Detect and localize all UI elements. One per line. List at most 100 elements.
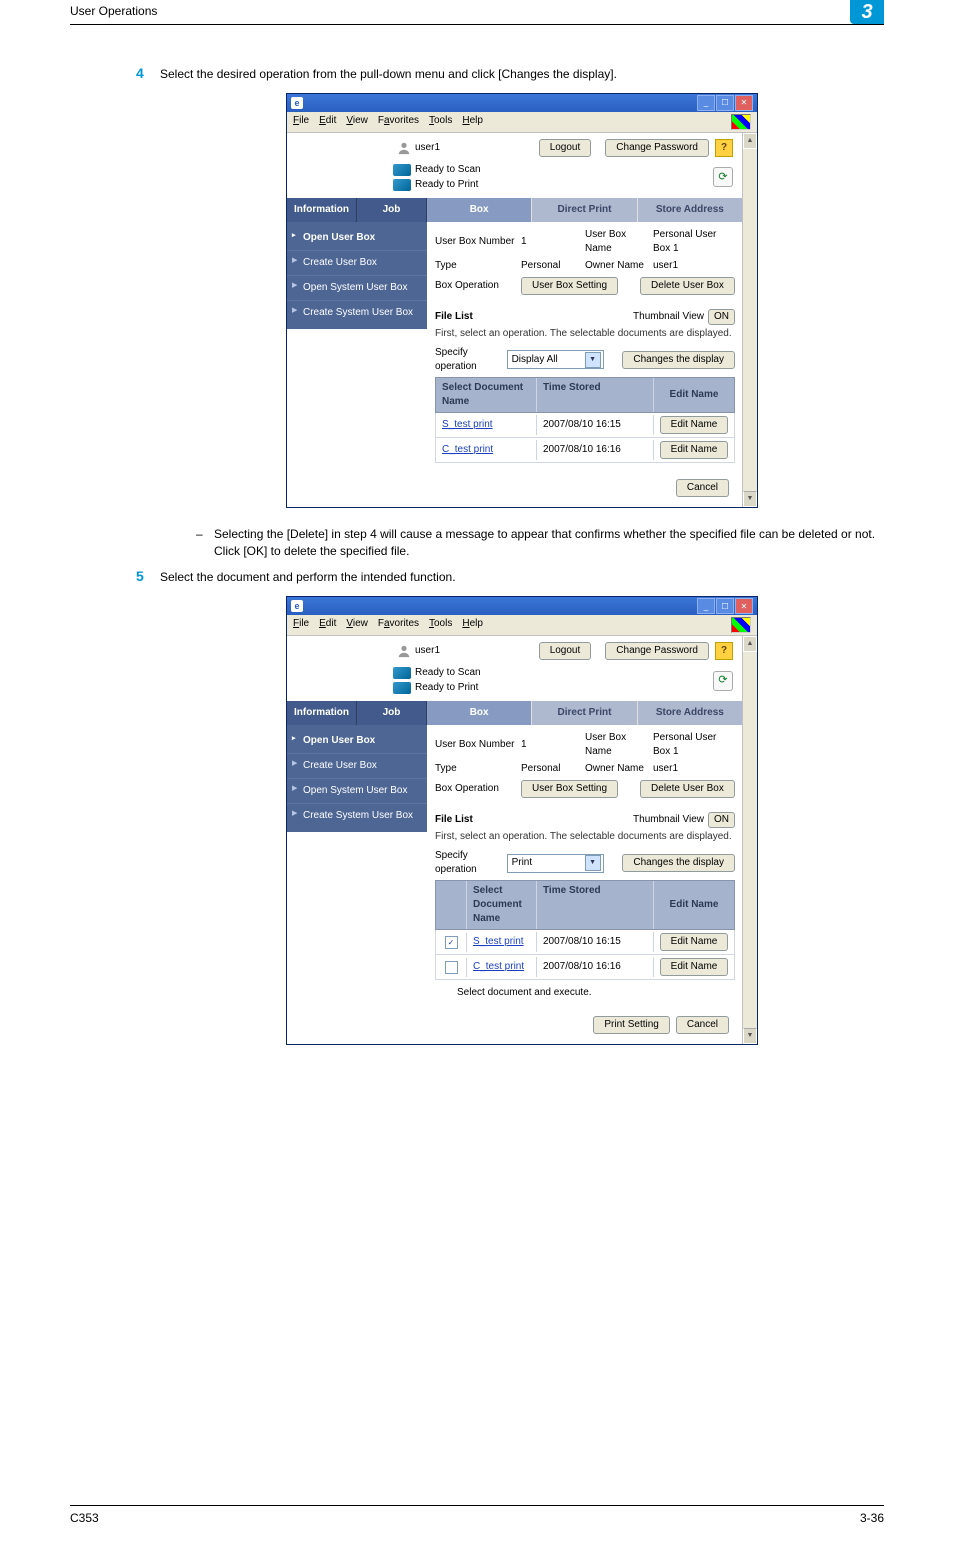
- user-box-setting-button[interactable]: User Box Setting: [521, 277, 618, 295]
- file-list-instruction: First, select an operation. The selectab…: [427, 828, 743, 846]
- nav-create-system-user-box[interactable]: Create System User Box: [287, 804, 427, 828]
- edit-name-button[interactable]: Edit Name: [660, 958, 729, 976]
- window-maximize[interactable]: ☐: [716, 95, 734, 111]
- lbl-thumbnail-view: Thumbnail View: [633, 813, 704, 827]
- changes-the-display-button[interactable]: Changes the display: [622, 854, 735, 872]
- window-minimize[interactable]: _: [697, 95, 715, 111]
- tab-store-address[interactable]: Store Address: [638, 198, 743, 222]
- menu-edit[interactable]: Edit: [319, 617, 336, 633]
- menu-file[interactable]: File: [293, 617, 309, 633]
- logout-button[interactable]: Logout: [539, 139, 592, 157]
- vertical-scrollbar[interactable]: ▲ ▼: [742, 636, 757, 1044]
- select-document-note: Select document and execute.: [427, 980, 743, 1000]
- specify-operation-select[interactable]: Display All ▼: [507, 350, 604, 369]
- menu-view[interactable]: View: [346, 114, 368, 130]
- delete-user-box-button[interactable]: Delete User Box: [640, 277, 735, 295]
- bullet-dash: –: [196, 526, 203, 543]
- print-setting-button[interactable]: Print Setting: [593, 1016, 669, 1034]
- menu-help[interactable]: Help: [462, 617, 483, 633]
- specify-operation-select[interactable]: Print ▼: [507, 854, 604, 873]
- nav-open-user-box[interactable]: Open User Box: [287, 729, 427, 754]
- vertical-scrollbar[interactable]: ▲ ▼: [742, 133, 757, 507]
- tab-box[interactable]: Box: [427, 701, 532, 725]
- menu-edit[interactable]: Edit: [319, 114, 336, 130]
- tab-direct-print[interactable]: Direct Print: [532, 198, 637, 222]
- changes-the-display-button[interactable]: Changes the display: [622, 351, 735, 369]
- doc-link[interactable]: S_test print: [473, 936, 524, 947]
- help-button[interactable]: ?: [715, 642, 733, 660]
- doc-link[interactable]: C_test print: [442, 444, 493, 455]
- doc-link[interactable]: S_test print: [442, 419, 493, 430]
- nav-create-user-box[interactable]: Create User Box: [287, 251, 427, 276]
- tab-job[interactable]: Job: [357, 701, 427, 725]
- th-select: Select: [442, 382, 471, 393]
- edit-name-button[interactable]: Edit Name: [660, 441, 729, 459]
- nav-create-user-box[interactable]: Create User Box: [287, 754, 427, 779]
- user-box-setting-button[interactable]: User Box Setting: [521, 780, 618, 798]
- row-checkbox[interactable]: [445, 961, 458, 974]
- tab-information[interactable]: Information: [287, 701, 357, 725]
- step-text: Select the document and perform the inte…: [160, 570, 456, 584]
- menu-view[interactable]: View: [346, 617, 368, 633]
- th-time-stored: Time Stored: [537, 378, 654, 412]
- tab-information[interactable]: Information: [287, 198, 357, 222]
- val-owner: user1: [653, 762, 735, 776]
- logout-button[interactable]: Logout: [539, 642, 592, 660]
- menu-help[interactable]: Help: [462, 114, 483, 130]
- edit-name-button[interactable]: Edit Name: [660, 933, 729, 951]
- specify-operation-value: Display All: [512, 353, 582, 367]
- refresh-button[interactable]: ⟳: [713, 167, 733, 187]
- refresh-button[interactable]: ⟳: [713, 671, 733, 691]
- scroll-down-button[interactable]: ▼: [743, 491, 757, 507]
- scroll-down-button[interactable]: ▼: [743, 1028, 757, 1044]
- step-number: 5: [136, 567, 144, 587]
- tab-store-address[interactable]: Store Address: [638, 701, 743, 725]
- throbber-icon: [731, 617, 751, 633]
- table-row: ✓ S_test print 2007/08/10 16:15 Edit Nam…: [435, 930, 735, 955]
- doc-link[interactable]: C_test print: [473, 961, 524, 972]
- menu-tools[interactable]: Tools: [429, 114, 452, 130]
- scroll-up-button[interactable]: ▲: [743, 636, 757, 652]
- window-minimize[interactable]: _: [697, 598, 715, 614]
- delete-user-box-button[interactable]: Delete User Box: [640, 780, 735, 798]
- throbber-icon: [731, 114, 751, 130]
- thumbnail-on-button[interactable]: ON: [708, 812, 735, 828]
- nav-open-user-box[interactable]: Open User Box: [287, 226, 427, 251]
- nav-create-system-user-box[interactable]: Create System User Box: [287, 301, 427, 325]
- window-close[interactable]: ✕: [735, 95, 753, 111]
- tab-direct-print[interactable]: Direct Print: [532, 701, 637, 725]
- cancel-button[interactable]: Cancel: [676, 1016, 729, 1034]
- nav-open-system-user-box[interactable]: Open System User Box: [287, 779, 427, 804]
- specify-operation-value: Print: [512, 856, 582, 870]
- lbl-user-box-name: User Box Name: [585, 228, 653, 256]
- help-button[interactable]: ?: [715, 139, 733, 157]
- nav-open-system-user-box[interactable]: Open System User Box: [287, 276, 427, 301]
- window-maximize[interactable]: ☐: [716, 598, 734, 614]
- lbl-user-box-number: User Box Number: [435, 738, 521, 752]
- menu-favorites[interactable]: Favorites: [378, 617, 419, 633]
- window-close[interactable]: ✕: [735, 598, 753, 614]
- status-scan: Ready to Scan: [415, 163, 481, 177]
- menu-file[interactable]: File: [293, 114, 309, 130]
- lbl-type: Type: [435, 259, 521, 273]
- row-checkbox[interactable]: ✓: [445, 936, 458, 949]
- username-label: user1: [415, 644, 440, 658]
- menu-favorites[interactable]: Favorites: [378, 114, 419, 130]
- running-head: User Operations: [70, 4, 157, 18]
- edit-name-button[interactable]: Edit Name: [660, 416, 729, 434]
- lbl-specify-operation: Specify operation: [435, 849, 501, 877]
- table-row: S_test print 2007/08/10 16:15 Edit Name: [435, 413, 735, 438]
- menu-tools[interactable]: Tools: [429, 617, 452, 633]
- change-password-button[interactable]: Change Password: [605, 139, 709, 157]
- browser-menubar: File Edit View Favorites Tools Help: [287, 615, 757, 636]
- tab-job[interactable]: Job: [357, 198, 427, 222]
- scroll-up-button[interactable]: ▲: [743, 133, 757, 149]
- section-number-badge: 3: [850, 0, 884, 24]
- thumbnail-on-button[interactable]: ON: [708, 309, 735, 325]
- change-password-button[interactable]: Change Password: [605, 642, 709, 660]
- cell-time: 2007/08/10 16:15: [537, 415, 654, 435]
- tab-box[interactable]: Box: [427, 198, 532, 222]
- val-type: Personal: [521, 259, 585, 273]
- cell-time: 2007/08/10 16:16: [537, 957, 654, 977]
- cancel-button[interactable]: Cancel: [676, 479, 729, 497]
